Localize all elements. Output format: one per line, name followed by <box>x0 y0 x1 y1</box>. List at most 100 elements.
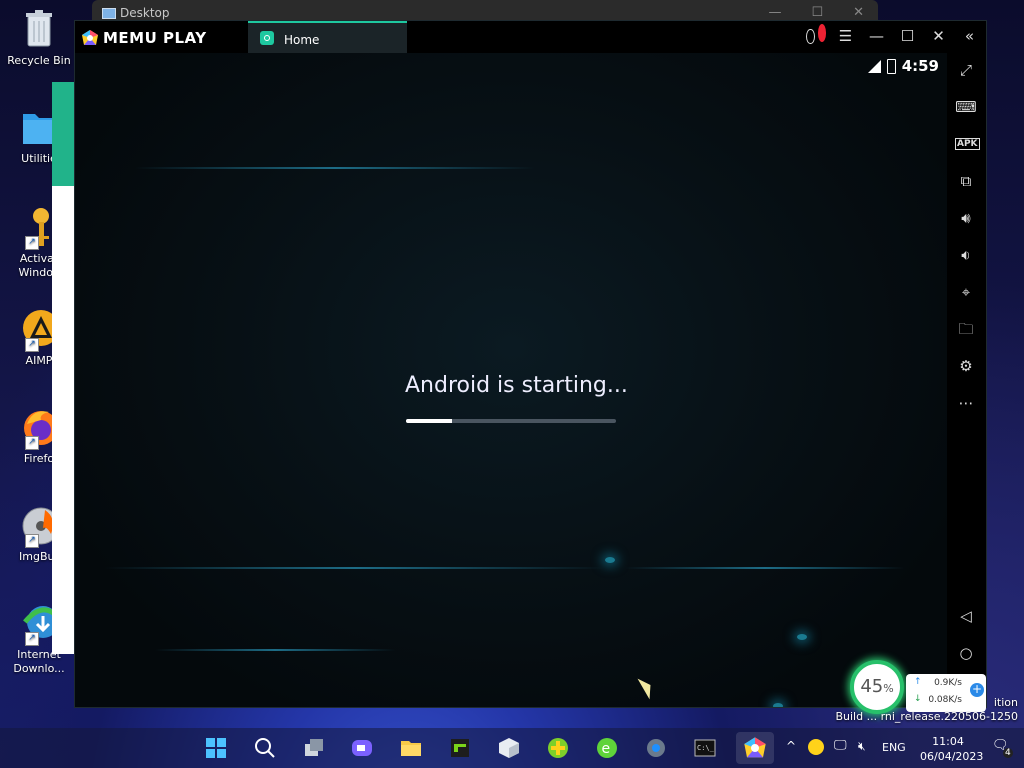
volume-muted-icon[interactable]: 🔇︎ <box>858 739 866 754</box>
boot-progress-fill <box>406 419 453 423</box>
watermark-line-2: Build ... rni_release.220506-1250 <box>835 710 1018 723</box>
svg-text:e: e <box>602 741 611 757</box>
collapse-toolbar-button[interactable]: « <box>961 27 978 45</box>
folder-icon: 🗀 <box>958 320 974 338</box>
fullscreen-button[interactable]: ⤢ <box>955 59 977 81</box>
apk-install-button[interactable]: APK <box>955 133 980 155</box>
boot-progress-bar <box>406 419 616 423</box>
search-icon <box>255 738 275 758</box>
taskbar-app-plus[interactable] <box>546 736 570 760</box>
memu-title-bar[interactable]: MEMU PLAY Home ☰ — ☐ ✕ « <box>75 21 986 54</box>
boost-plus-icon[interactable]: + <box>970 683 984 697</box>
multi-instance-icon: ⧉ <box>960 172 972 190</box>
background-app-window[interactable] <box>52 82 76 654</box>
taskbar-browser[interactable]: e <box>595 736 619 760</box>
taskbar-app-cube[interactable] <box>497 736 521 760</box>
window-title: Desktop <box>120 6 170 20</box>
memu-logo: MEMU PLAY <box>81 28 207 48</box>
user-icon <box>806 28 815 44</box>
start-button[interactable] <box>204 736 228 760</box>
maximize-button[interactable]: ☐ <box>899 27 916 45</box>
android-screen[interactable]: 4:59 Android is starting... <box>75 53 947 707</box>
chevron-up-icon[interactable]: ^ <box>786 739 796 753</box>
shortcut-arrow-icon: ↗ <box>25 632 39 646</box>
shortcut-arrow-icon: ↗ <box>25 338 39 352</box>
volume-down-icon: 🔉︎ <box>961 246 971 264</box>
battery-charging-icon <box>886 58 896 74</box>
decorative-glow-line <box>625 567 905 569</box>
folder-icon <box>401 741 421 756</box>
keyboard-button[interactable]: ⌨ <box>955 96 977 118</box>
clock-date: 06/04/2023 <box>920 750 984 763</box>
clock[interactable]: 11:04 06/04/2023 <box>920 734 984 764</box>
back-icon: ◁ <box>960 607 972 625</box>
tab-home[interactable]: Home <box>248 21 407 54</box>
close-button[interactable]: ✕ <box>930 27 947 45</box>
minimize-icon: — <box>869 27 884 45</box>
cube-icon <box>499 738 519 758</box>
maximize-icon[interactable]: ☐ <box>811 5 823 20</box>
tab-label: Home <box>284 33 320 47</box>
taskbar: e C:\_ ^ 🖵 🔇︎ ENG 11:04 06/04/2023 🗨︎ 4 <box>0 728 1024 768</box>
decorative-glow-dot <box>797 634 807 640</box>
background-desktop-window[interactable]: Desktop — ☐ ✕ <box>92 0 878 22</box>
minimize-button[interactable]: — <box>868 27 885 45</box>
taskbar-memu-active[interactable] <box>736 732 774 764</box>
windows-logo-icon <box>206 738 226 758</box>
more-button[interactable]: ⋯ <box>955 392 977 414</box>
multi-instance-button[interactable]: ⧉ <box>955 170 977 192</box>
taskbar-file-explorer[interactable] <box>399 736 423 760</box>
windows-build-watermark: ition Build ... rni_release.220506-1250 <box>835 696 1018 724</box>
account-button[interactable] <box>806 24 826 45</box>
tray-app-icon[interactable] <box>808 739 824 755</box>
taskbar-settings[interactable] <box>644 736 668 760</box>
hamburger-icon: ☰ <box>838 27 853 45</box>
background-app-header <box>52 82 76 186</box>
double-chevron-left-icon: « <box>964 27 975 45</box>
decorative-glow-line <box>155 649 395 651</box>
shared-folder-button[interactable]: 🗀 <box>955 318 977 340</box>
shortcut-arrow-icon: ↗ <box>25 436 39 450</box>
notification-dot <box>817 24 826 42</box>
settings-button[interactable]: ⚙ <box>955 355 977 377</box>
decorative-glow-line <box>105 567 605 569</box>
minimize-icon[interactable]: — <box>768 5 781 20</box>
upload-speed: 0.9K/s <box>934 678 962 688</box>
network-icon[interactable]: 🖵 <box>834 738 847 753</box>
close-icon[interactable]: ✕ <box>853 5 864 20</box>
location-button[interactable]: ⌖ <box>955 281 977 303</box>
decorative-glow-line <box>135 167 535 169</box>
window-icon <box>102 8 116 19</box>
volume-up-button[interactable]: 🔊︎ <box>955 207 977 229</box>
task-view-button[interactable] <box>302 736 326 760</box>
desktop-icon-recycle-bin[interactable]: Recycle Bin <box>4 8 74 68</box>
menu-button[interactable]: ☰ <box>837 27 854 45</box>
android-status-bar: 4:59 <box>867 57 939 75</box>
shortcut-arrow-icon: ↗ <box>25 236 39 250</box>
memu-window-controls: ☰ — ☐ ✕ « <box>806 24 978 45</box>
settings-icon: ⚙ <box>959 357 973 375</box>
watermark-line-1: ition <box>993 696 1018 709</box>
android-back-button[interactable]: ◁ <box>955 605 977 627</box>
svg-text:C:\_: C:\_ <box>697 744 715 752</box>
memu-side-toolbar: ⤢ ⌨ APK ⧉ 🔊︎ 🔉︎ ⌖ 🗀 ⚙ ⋯ ◁ ○ □ <box>947 53 986 707</box>
recycle-bin-icon <box>19 8 59 52</box>
home-tab-icon <box>260 31 274 45</box>
taskbar-terminal[interactable]: C:\_ <box>693 736 717 760</box>
volume-up-icon: 🔊︎ <box>961 209 971 227</box>
search-button[interactable] <box>253 736 277 760</box>
more-icon: ⋯ <box>958 394 974 412</box>
taskbar-app-green[interactable] <box>448 736 472 760</box>
volume-down-button[interactable]: 🔉︎ <box>955 244 977 266</box>
shortcut-arrow-icon: ↗ <box>25 534 39 548</box>
fullscreen-icon: ⤢ <box>959 61 972 79</box>
memu-logo-icon <box>81 29 99 47</box>
taskbar-chat[interactable] <box>350 736 374 760</box>
status-time: 4:59 <box>901 57 939 75</box>
memu-logo-text: MEMU PLAY <box>103 29 207 47</box>
memu-logo-icon <box>744 737 766 758</box>
terminal-icon: C:\_ <box>694 739 716 757</box>
memu-window[interactable]: MEMU PLAY Home ☰ — ☐ ✕ « 4:59 Android is… <box>74 20 987 708</box>
green-app-icon <box>451 739 469 757</box>
language-indicator[interactable]: ENG <box>882 741 906 754</box>
